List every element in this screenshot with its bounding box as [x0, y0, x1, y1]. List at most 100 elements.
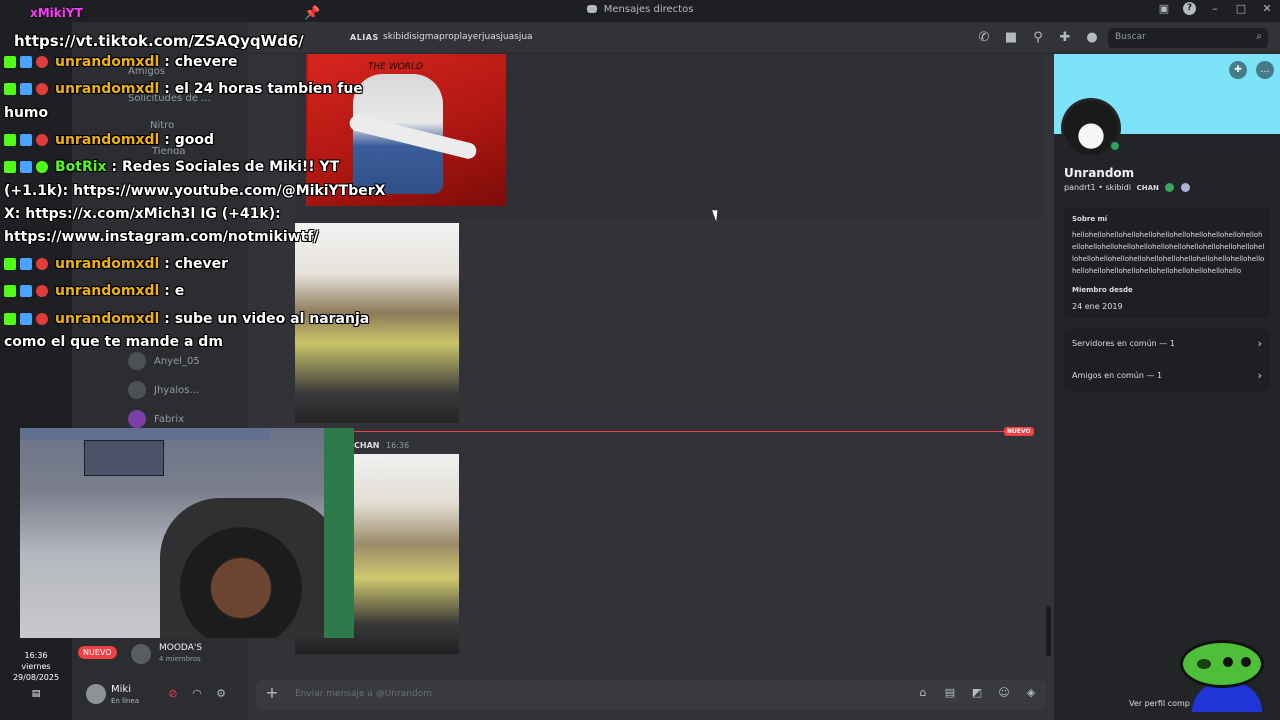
alias-label: ALIAS — [350, 33, 379, 42]
view-full-profile-link[interactable]: Ver perfil comp — [1129, 699, 1190, 708]
mic-muted-icon[interactable]: ⊘ — [166, 687, 180, 700]
close-button[interactable]: ✕ — [1260, 2, 1274, 15]
dm-name: Jhyalos... — [154, 385, 199, 396]
new-messages-badge: NUEVO — [1004, 427, 1034, 436]
dm-item-fabrix[interactable]: Fabrix — [128, 410, 184, 428]
maximize-button[interactable]: □ — [1234, 2, 1248, 15]
server-tag: CHAN — [1136, 184, 1159, 192]
chat-message: unrandomxdl : good — [4, 131, 214, 149]
pinned-messages-icon[interactable]: ⚲ — [1030, 30, 1046, 46]
search-input[interactable]: Buscar ⌕ — [1108, 28, 1268, 48]
chat-text-continued: humo — [4, 105, 49, 121]
avatar — [128, 381, 146, 399]
add-friend-icon[interactable]: ✚ — [1229, 61, 1247, 79]
headphones-icon[interactable]: ◠ — [190, 687, 204, 700]
chat-username: unrandomxdl — [55, 54, 160, 70]
gif-icon[interactable]: ▤ — [943, 686, 957, 699]
minimize-button[interactable]: – — [1208, 2, 1222, 15]
search-icon: ⌕ — [1256, 31, 1262, 42]
dm-item-jhyalos[interactable]: Jhyalos... — [128, 381, 199, 399]
sidebar-item-label: Nitro — [150, 120, 175, 131]
message-meta: CHAN 16:36 — [354, 441, 409, 450]
mutual-servers-row[interactable]: Servidores en común — 1 › — [1064, 329, 1270, 359]
streamer-figure — [160, 498, 340, 638]
video-call-icon[interactable]: ■ — [1003, 30, 1019, 46]
chat-message: unrandomxdl : e — [4, 282, 184, 300]
chat-header: ALIAS skibidisigmaproplayerjuasjuasjua ✆… — [248, 22, 1280, 54]
sidebar-item-nitro[interactable]: Nitro — [150, 120, 174, 131]
about-me-card: Sobre mí hellohellohellohellohellohelloh… — [1064, 207, 1270, 318]
webcam-feed — [20, 428, 354, 638]
alias-value: skibidisigmaproplayerjuasjuasjua — [383, 32, 533, 42]
chat-text-continued: como el que te mande a dm — [4, 334, 223, 350]
clock-date: 29/08/2025 — [12, 673, 60, 682]
chat-message: unrandomxdl : chever — [4, 255, 228, 273]
user-profile-icon[interactable]: ● — [1084, 30, 1100, 46]
attach-plus-icon[interactable]: + — [264, 685, 280, 701]
curtain — [324, 428, 354, 638]
avatar — [128, 410, 146, 428]
user-status: En línea — [111, 697, 140, 705]
mutual-friends-row[interactable]: Amigos en común — 1 › — [1064, 361, 1270, 391]
chat-message: unrandomxdl : sube un video al naranja — [4, 310, 369, 328]
inbox-icon[interactable]: ▣ — [1157, 2, 1171, 15]
notification-icon[interactable]: ▤ — [6, 689, 66, 700]
message-area: THE WORLD NUEVO CHAN 16:36 — [248, 54, 1054, 680]
chat-text-continued: https://www.instagram.com/notmikiwtf/ — [4, 229, 319, 245]
dm-item-anyel[interactable]: Anyel_05 — [128, 352, 200, 370]
settings-gear-icon[interactable]: ⚙ — [214, 687, 228, 700]
pin-icon: 📌 — [304, 6, 321, 21]
chat-text: : chevere — [159, 54, 238, 70]
dm-name: Anyel_05 — [154, 356, 200, 367]
chevron-right-icon: › — [1257, 369, 1262, 382]
emoji-icon[interactable]: ☺ — [997, 686, 1011, 699]
group-name: MOODA'S — [159, 643, 203, 653]
chat-badges-icon — [4, 56, 52, 68]
more-options-icon[interactable]: … — [1256, 61, 1274, 79]
chat-text: : el 24 horas tambien fue — [159, 81, 363, 97]
frog-mouth — [1197, 659, 1211, 669]
frog-sticker — [1180, 640, 1264, 688]
user-controls: ⊘ ◠ ⚙ — [166, 687, 228, 700]
activities-icon[interactable]: ◈ — [1024, 686, 1038, 699]
taskbar-clock: 16:36 viernes 29/08/2025 ▤ — [6, 650, 66, 700]
wall-poster — [84, 440, 164, 476]
avatar[interactable] — [86, 684, 106, 704]
group-members: 4 miembros — [159, 655, 201, 663]
server-tag: CHAN — [354, 441, 380, 450]
chat-username: unrandomxdl — [55, 132, 160, 148]
chat-username: unrandomxdl — [55, 256, 160, 272]
chat-username: unrandomxdl — [55, 311, 160, 327]
nitro-badge-icon — [1165, 183, 1175, 192]
composer-actions: ⌂ ▤ ◩ ☺ ◈ — [916, 686, 1038, 699]
profile-avatar[interactable] — [1061, 98, 1121, 158]
chat-text: : chever — [159, 256, 228, 272]
chat-message: unrandomxdl : chevere — [4, 53, 237, 71]
boost-badge-icon — [1181, 183, 1190, 192]
sticker-icon[interactable]: ◩ — [970, 686, 984, 699]
chat-scrollbar[interactable] — [1046, 606, 1051, 656]
member-since-label: Miembro desde — [1072, 286, 1133, 294]
window-controls: ▣ ? – □ ✕ — [1157, 2, 1274, 15]
direct-messages-icon — [586, 5, 597, 13]
wall-stickers — [20, 428, 270, 440]
chat-text: : Redes Sociales de Miki!! YT — [106, 159, 340, 175]
voice-call-icon[interactable]: ✆ — [976, 30, 992, 46]
about-me-text: hellohellohellohellohellohellohellohello… — [1072, 231, 1265, 275]
clock-time: 16:36 — [24, 651, 48, 660]
gift-icon[interactable]: ⌂ — [916, 686, 930, 699]
chat-badges-icon — [4, 83, 52, 95]
chat-text: : sube un video al naranja — [159, 311, 370, 327]
title-bar: Mensajes directos ▣ ? – □ ✕ — [0, 0, 1280, 22]
chat-text-continued: (+1.1k): https://www.youtube.com/@MikiYT… — [4, 183, 386, 199]
mutual-servers-label: Servidores en común — 1 — [1072, 339, 1175, 348]
composer-placeholder: Enviar mensaje a @Unrandom — [295, 689, 432, 699]
new-mentions-pill[interactable]: NUEVO — [78, 646, 117, 659]
chat-badges-icon — [4, 258, 52, 270]
help-icon[interactable]: ? — [1183, 2, 1196, 15]
profile-name: Unrandom — [1064, 166, 1135, 180]
overlay-link: https://vt.tiktok.com/ZSAQyqWd6/ — [14, 32, 304, 50]
new-messages-divider — [296, 431, 1028, 432]
add-friends-to-dm-icon[interactable]: ✚ — [1057, 30, 1073, 46]
message-composer[interactable]: + Enviar mensaje a @Unrandom ⌂ ▤ ◩ ☺ ◈ — [256, 680, 1046, 710]
